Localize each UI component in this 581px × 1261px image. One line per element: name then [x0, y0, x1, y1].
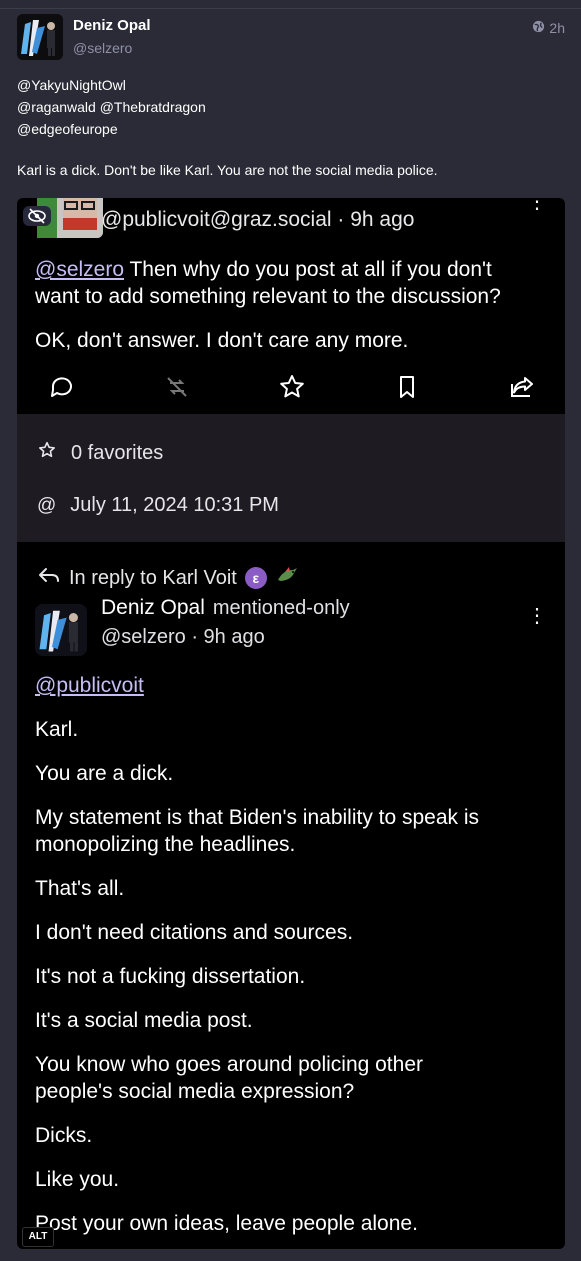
reply-paragraph: Dicks.	[35, 1124, 93, 1147]
reply-paragraph: You know who goes around policing other	[35, 1053, 423, 1076]
author-handle[interactable]: @selzero	[73, 40, 132, 56]
reply-paragraph: That's all.	[35, 877, 125, 900]
mentions: @YakyuNightOwl @raganwald @Thebratdragon…	[17, 74, 206, 140]
post-text: Karl is a dick. Don't be like Karl. You …	[17, 162, 438, 178]
boost-disabled-icon	[162, 372, 192, 402]
details-panel: 0 favorites @ July 11, 2024 10:31 PM	[17, 414, 565, 542]
bookmark-icon[interactable]	[392, 372, 422, 402]
author-name[interactable]: Deniz Opal	[73, 17, 151, 34]
post-datetime: July 11, 2024 10:31 PM	[70, 494, 279, 516]
reply-paragraph: Like you.	[35, 1168, 120, 1191]
post-time[interactable]: 2h	[532, 20, 565, 36]
reply-text: @publicvoit Karl. You are a dick. My sta…	[35, 672, 555, 1237]
star-icon[interactable]	[277, 372, 307, 402]
quoted-line: OK, don't answer. I don't care any more.	[35, 329, 409, 352]
reply-paragraph: people's social media expression?	[35, 1080, 355, 1103]
action-bar	[17, 372, 565, 404]
globe-icon	[532, 20, 545, 36]
in-reply-to[interactable]: In reply to Karl Voit ε	[37, 564, 299, 592]
reply-paragraph: Post your own ideas, leave people alone.	[35, 1212, 418, 1235]
eye-off-icon	[23, 206, 51, 226]
share-icon[interactable]	[507, 372, 537, 402]
favorites-count: 0 favorites	[71, 441, 164, 464]
reply-paragraph: Karl.	[35, 718, 79, 741]
reply-paragraph: It's a social media post.	[35, 1009, 253, 1032]
emacs-emoji-icon: ε	[244, 567, 267, 589]
reply-paragraph: My statement is that Biden's inability t…	[35, 806, 480, 829]
mention-link[interactable]: @YakyuNightOwl	[17, 74, 206, 96]
quoted-meta: @publicvoit@graz.social · 9h ago	[101, 208, 415, 231]
reply-paragraph: You are a dick.	[35, 762, 174, 785]
alt-text-button[interactable]: ALT	[22, 1227, 54, 1247]
quoted-text: @selzero Then why do you post at all if …	[35, 256, 555, 354]
more-icon[interactable]: ⋮	[527, 606, 547, 626]
reply-paragraph: I don't need citations and sources.	[35, 921, 354, 944]
quoted-avatar-face	[57, 198, 103, 238]
top-divider	[0, 8, 581, 9]
mention-link[interactable]: @publicvoit	[35, 672, 555, 699]
mention-link[interactable]: @selzero	[35, 258, 124, 281]
favorites-row[interactable]: 0 favorites	[37, 440, 163, 466]
mention-link[interactable]: @raganwald @Thebratdragon	[17, 96, 206, 118]
reply-meta: @selzero · 9h ago	[101, 626, 265, 648]
in-reply-to-label: In reply to Karl Voit	[69, 566, 237, 589]
visibility-label: mentioned-only	[212, 597, 350, 619]
quoted-line: Then why do you post at all if you don't	[124, 258, 492, 281]
avatar[interactable]	[17, 14, 63, 60]
star-icon	[37, 440, 57, 466]
reply-paragraph: monopolizing the headlines.	[35, 833, 296, 856]
quoted-line: want to add something relevant to the di…	[35, 285, 501, 308]
attached-screenshot[interactable]: ⋮ @publicvoit@graz.social · 9h ago @selz…	[17, 198, 565, 1249]
reply-paragraph: It's not a fucking dissertation.	[35, 965, 306, 988]
time-label: 2h	[549, 20, 565, 36]
more-icon[interactable]: ⋮	[527, 198, 547, 212]
reply-avatar[interactable]	[35, 604, 87, 656]
reply-author: Deniz Opal mentioned-only	[101, 596, 350, 620]
mention-link[interactable]: @edgeofeurope	[17, 118, 206, 140]
datetime-row: @ July 11, 2024 10:31 PM	[37, 494, 279, 517]
reply-icon[interactable]	[47, 372, 77, 402]
bird-emoji-icon	[275, 564, 299, 592]
reply-arrow-icon	[37, 565, 61, 591]
at-icon: @	[37, 494, 57, 516]
reply-author-name[interactable]: Deniz Opal	[101, 596, 205, 619]
